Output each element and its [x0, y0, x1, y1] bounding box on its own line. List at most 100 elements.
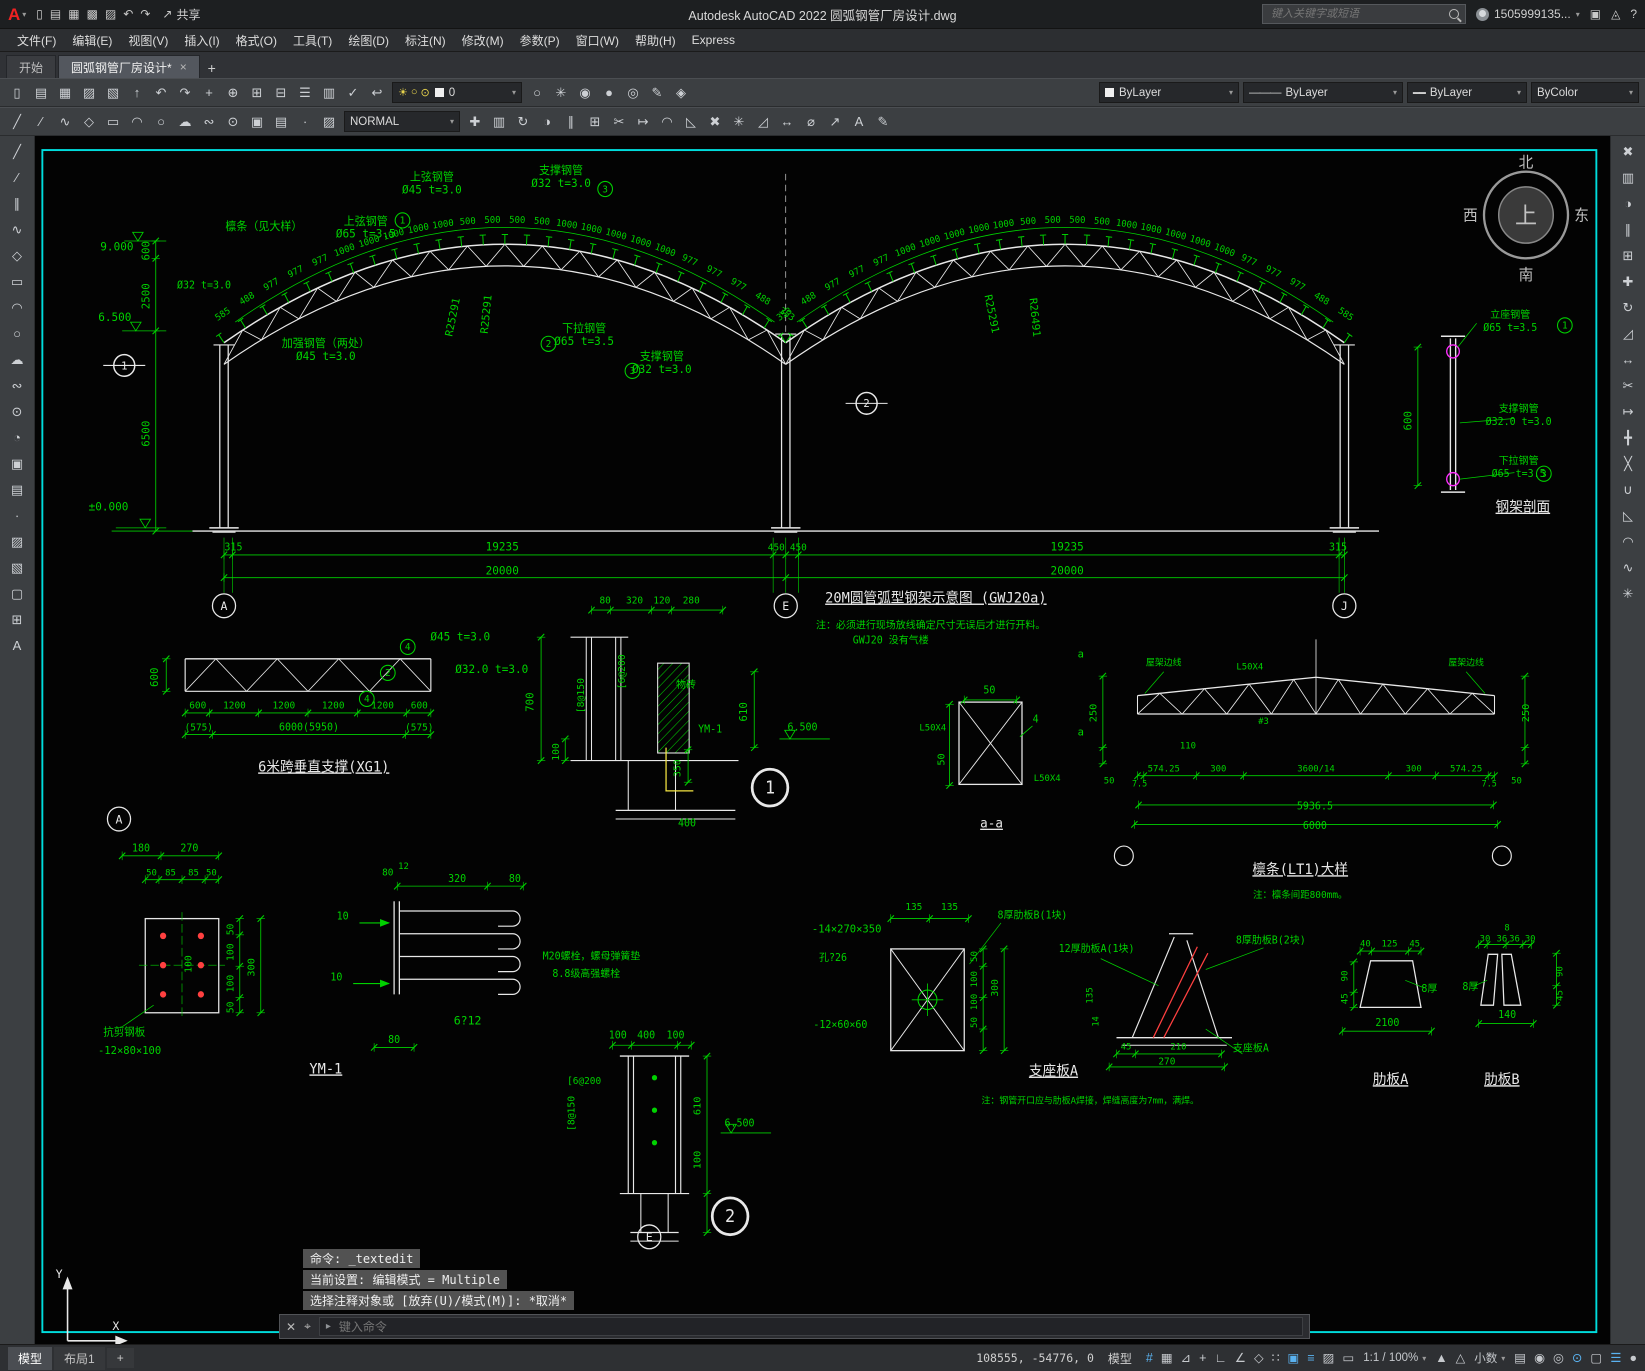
quick-properties-icon[interactable]: ▤ [1514, 1352, 1526, 1365]
revision-cloud-icon[interactable]: ☁ [174, 111, 196, 133]
menu-help[interactable]: 帮助(H) [628, 30, 683, 51]
construction-line-icon[interactable]: ∕ [30, 111, 52, 133]
menu-window[interactable]: 窗口(W) [569, 30, 626, 51]
tab-start[interactable]: 开始 [6, 55, 57, 78]
redo-icon[interactable]: ↷ [140, 8, 150, 20]
redo-icon[interactable]: ↷ [174, 82, 196, 104]
command-input[interactable] [336, 1318, 1296, 1335]
close-tab-icon[interactable]: × [180, 60, 187, 74]
dimension-icon[interactable]: ⌀ [800, 111, 822, 133]
layout1-tab[interactable]: 布局1 [54, 1346, 105, 1370]
offset-icon[interactable]: ∥ [1616, 219, 1640, 240]
command-customize-icon[interactable]: ⌖ [304, 1319, 311, 1334]
object-snap-tracking-icon[interactable]: ∷ [1272, 1352, 1280, 1365]
insert-block-icon[interactable]: ▣ [5, 453, 29, 474]
selection-cycling-icon[interactable]: ▭ [1342, 1352, 1354, 1365]
trim-icon[interactable]: ✂ [608, 111, 630, 133]
grid-icon[interactable]: # [1146, 1352, 1153, 1365]
fillet-icon[interactable]: ◠ [656, 111, 678, 133]
annotation-visibility-icon[interactable]: ▲ [1435, 1352, 1447, 1365]
menu-modify[interactable]: 修改(M) [455, 30, 511, 51]
ortho-icon[interactable]: ∟ [1214, 1352, 1226, 1365]
saveas-icon[interactable]: ▩ [87, 8, 98, 20]
point-icon[interactable]: ∙ [294, 111, 316, 133]
layer-properties-icon[interactable]: ▥ [318, 82, 340, 104]
linetype-combo[interactable]: ——— ByLayer ▾ [1243, 82, 1403, 103]
rotate-icon[interactable]: ↻ [512, 111, 534, 133]
help-icon[interactable]: ? [1630, 8, 1637, 20]
properties-palette-icon[interactable]: ☰ [294, 82, 316, 104]
rectangle-icon[interactable]: ▭ [102, 111, 124, 133]
clean-screen-icon[interactable]: ▢ [1590, 1352, 1602, 1365]
polyline-icon[interactable]: ∿ [54, 111, 76, 133]
qnew-icon[interactable]: ▯ [36, 8, 43, 20]
extend-icon[interactable]: ↦ [1616, 401, 1640, 422]
join-icon[interactable]: ∪ [1616, 479, 1640, 500]
menu-insert[interactable]: 插入(I) [177, 30, 226, 51]
plotstyle-combo[interactable]: ByColor ▾ [1531, 82, 1639, 103]
fillet-icon[interactable]: ◠ [1616, 531, 1640, 552]
pan-icon[interactable]: + [198, 82, 220, 104]
new-layout-tab[interactable]: + [106, 1348, 134, 1368]
new-tab-button[interactable]: + [202, 58, 222, 78]
point-icon[interactable]: ∙ [5, 505, 29, 526]
rectangle-icon[interactable]: ▭ [5, 271, 29, 292]
model-space-button[interactable]: 模型 [1103, 1348, 1137, 1369]
undo-icon[interactable]: ↶ [150, 82, 172, 104]
extend-icon[interactable]: ↦ [632, 111, 654, 133]
spline-icon[interactable]: ∾ [5, 375, 29, 396]
graphics-performance-icon[interactable]: ⊙ [1572, 1352, 1582, 1365]
arc-icon[interactable]: ◠ [5, 297, 29, 318]
menu-parametric[interactable]: 参数(P) [513, 30, 567, 51]
layer-walk-icon[interactable]: ◈ [670, 82, 692, 104]
qnew-icon[interactable]: ▯ [6, 82, 28, 104]
mirror-icon[interactable]: ◑ [536, 111, 558, 133]
move-icon[interactable]: ✚ [1616, 271, 1640, 292]
hatch-icon[interactable]: ▨ [318, 111, 340, 133]
search-box[interactable] [1261, 4, 1466, 24]
customization-icon[interactable]: ☰ [1610, 1352, 1621, 1365]
revision-cloud-icon[interactable]: ☁ [5, 349, 29, 370]
color-combo[interactable]: ByLayer ▾ [1099, 82, 1239, 103]
table-icon[interactable]: ⊞ [5, 609, 29, 630]
plot-icon[interactable]: ▨ [78, 82, 100, 104]
make-layer-current-icon[interactable]: ✓ [342, 82, 364, 104]
tab-drawing[interactable]: 圆弧钢管厂房设计* × [58, 55, 200, 78]
mtext-icon[interactable]: A [5, 635, 29, 656]
plot-icon[interactable]: ▨ [105, 8, 116, 20]
menu-view[interactable]: 视图(V) [121, 30, 175, 51]
menu-express[interactable]: Express [685, 31, 742, 49]
polar-tracking-icon[interactable]: ∠ [1235, 1352, 1246, 1365]
explode-icon[interactable]: ✳ [728, 111, 750, 133]
gradient-icon[interactable]: ▧ [5, 557, 29, 578]
stretch-icon[interactable]: ↔ [1616, 349, 1640, 370]
polygon-icon[interactable]: ◇ [78, 111, 100, 133]
menu-tools[interactable]: 工具(T) [286, 30, 339, 51]
layer-off-icon[interactable]: ● [598, 82, 620, 104]
text-style-combo[interactable]: NORMAL ▾ [344, 111, 460, 132]
spline-icon[interactable]: ∾ [198, 111, 220, 133]
close-command-icon[interactable]: ✕ [286, 1320, 296, 1334]
ellipse-icon[interactable]: ⊙ [222, 111, 244, 133]
erase-icon[interactable]: ✖ [704, 111, 726, 133]
infer-constraints-icon[interactable]: ⊿ [1181, 1352, 1191, 1365]
match-properties-icon[interactable]: ✎ [872, 111, 894, 133]
copy-icon[interactable]: ▥ [1616, 167, 1640, 188]
layer-combo[interactable]: ☀ ○ ⊙ 0 ▾ [392, 82, 522, 103]
mirror-icon[interactable]: ◑ [1616, 193, 1640, 214]
circle-icon[interactable]: ○ [5, 323, 29, 344]
erase-icon[interactable]: ✖ [1616, 141, 1640, 162]
layer-on-icon[interactable]: ○ [526, 82, 548, 104]
menu-file[interactable]: 文件(F) [10, 30, 63, 51]
array-icon[interactable]: ⊞ [1616, 245, 1640, 266]
layer-isolate-icon[interactable]: ◎ [622, 82, 644, 104]
zoom-previous-icon[interactable]: ⊟ [270, 82, 292, 104]
publish-icon[interactable]: ↑ [126, 82, 148, 104]
model-tab[interactable]: 模型 [8, 1346, 53, 1370]
menu-format[interactable]: 格式(O) [229, 30, 284, 51]
save-icon[interactable]: ▦ [68, 8, 79, 20]
ellipse-arc-icon[interactable]: ◔ [5, 427, 29, 448]
leader-icon[interactable]: ↗ [824, 111, 846, 133]
annotation-scale-button[interactable]: 1:1 / 100% ▾ [1363, 1352, 1426, 1364]
dynamic-input-icon[interactable]: + [1199, 1352, 1206, 1365]
